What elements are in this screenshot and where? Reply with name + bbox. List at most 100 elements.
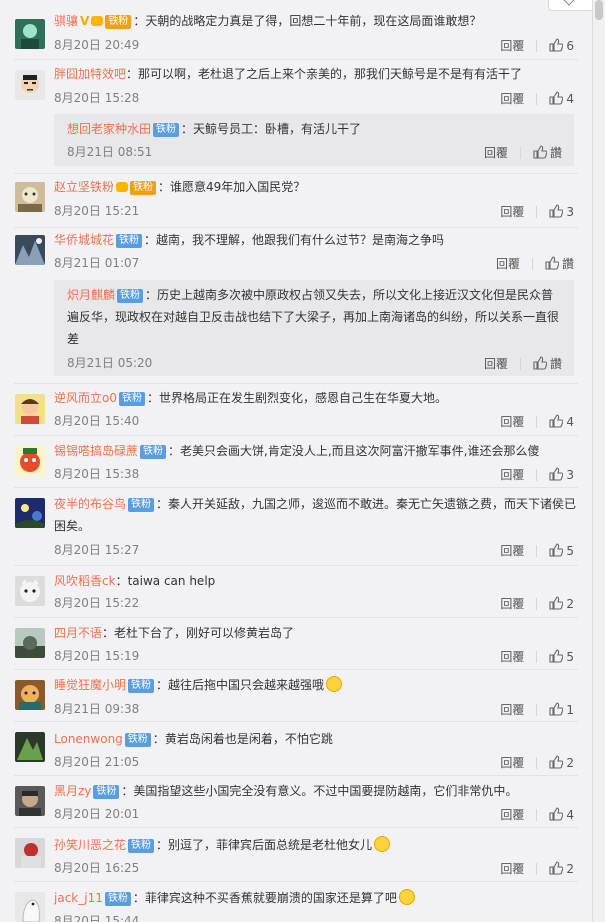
fan-badge[interactable]: 铁粉: [117, 289, 144, 303]
reply-button[interactable]: 回覆: [500, 92, 524, 106]
fan-badge[interactable]: 铁粉: [104, 892, 131, 906]
comment-item: 夜半的布谷鸟 铁粉 ：秦人开关延敌，九国之师，逡巡而不敢进。秦无亡矢遗镞之费，而天下…: [0, 488, 592, 566]
reply-button[interactable]: 回覆: [500, 205, 524, 219]
username[interactable]: 骐骧: [54, 14, 78, 28]
comment-text-line: 四月不语：老杜下台了，刚好可以修黄岩岛了: [54, 626, 295, 640]
reply-button[interactable]: 回覆: [496, 257, 520, 271]
comment-actions: 回覆 4: [500, 91, 574, 106]
like-button[interactable]: 讚: [533, 145, 562, 160]
reply-button[interactable]: 回覆: [484, 357, 508, 371]
comment-item: 四月不语：老杜下台了，刚好可以修黄岩岛了 8月20日 15:19 回覆 5: [0, 618, 592, 670]
cry-laugh-emoji-icon: [398, 889, 415, 905]
reply-button[interactable]: 回覆: [500, 544, 524, 558]
avatar[interactable]: [15, 235, 45, 265]
username[interactable]: 胖囧加特效吧: [54, 67, 126, 81]
reply-button[interactable]: 回覆: [500, 862, 524, 876]
like-button[interactable]: 4: [549, 807, 574, 822]
avatar[interactable]: [15, 394, 45, 424]
like-count: 5: [566, 650, 574, 664]
fan-badge[interactable]: 铁粉: [153, 123, 180, 137]
avatar[interactable]: [15, 786, 45, 816]
avatar[interactable]: [15, 680, 45, 710]
like-label: 讚: [561, 257, 574, 271]
avatar[interactable]: [15, 628, 45, 658]
like-button[interactable]: 2: [549, 861, 574, 876]
username[interactable]: 风吹稻香ck: [54, 574, 116, 588]
thumbs-up-icon: [549, 467, 564, 481]
username[interactable]: 孙笑川恶之花: [54, 838, 126, 852]
username[interactable]: 华侨城城花: [54, 233, 114, 247]
comment-text-line: 华侨城城花 铁粉 ：越南，我不理解，他跟我们有什么过节？是南海之争吗: [54, 233, 445, 248]
avatar[interactable]: [15, 446, 45, 476]
like-button[interactable]: 5: [549, 649, 574, 664]
username[interactable]: 锡锡嗒搞岛碌蔗: [54, 444, 138, 458]
like-button[interactable]: 2: [549, 755, 574, 770]
username[interactable]: 睡觉狂魔小明: [54, 678, 126, 692]
reply-button[interactable]: 回覆: [484, 146, 508, 160]
comment-actions: 回覆 4: [500, 414, 574, 429]
reply-button[interactable]: 回覆: [500, 415, 524, 429]
like-count: 1: [566, 703, 574, 717]
scrollbar[interactable]: [592, 0, 605, 922]
comment-item: 孙笑川恶之花 铁粉 ：别逗了，菲律宾后面总统是老杜他女儿 8月20日 16:25 回…: [0, 828, 592, 882]
reply-button[interactable]: 回覆: [500, 650, 524, 664]
avatar[interactable]: [15, 70, 45, 100]
like-button[interactable]: 3: [549, 204, 574, 219]
avatar[interactable]: [15, 892, 45, 922]
username[interactable]: 夜半的布谷鸟: [54, 497, 126, 511]
like-button[interactable]: 4: [549, 91, 574, 106]
avatar[interactable]: [15, 838, 45, 868]
fan-badge[interactable]: 铁粉: [128, 839, 155, 853]
comment-text: 黄岩岛闲着也是闲着，不怕它跳: [164, 732, 333, 746]
fan-badge[interactable]: 铁粉: [116, 234, 143, 248]
like-button[interactable]: 2: [549, 596, 574, 611]
thumbs-up-icon: [545, 256, 559, 270]
comment-actions: 回覆 5: [500, 649, 574, 664]
comment-text: 老杜下台了，刚好可以修黄岩岛了: [114, 626, 295, 640]
like-count: 2: [566, 756, 574, 770]
like-button[interactable]: 4: [549, 414, 574, 429]
fan-badge[interactable]: 铁粉: [128, 679, 155, 693]
username[interactable]: jack_j11: [54, 891, 103, 905]
fan-badge[interactable]: 铁粉: [124, 733, 151, 747]
scroll-thumb[interactable]: [595, 0, 603, 20]
username[interactable]: 四月不语: [54, 626, 102, 640]
comment-time: 8月20日 15:21: [54, 204, 140, 218]
username[interactable]: 炽月麒麟: [67, 288, 115, 302]
username[interactable]: 想回老家种水田: [67, 122, 151, 136]
fan-badge[interactable]: 铁粉: [128, 498, 155, 512]
like-button[interactable]: 1: [549, 702, 574, 717]
avatar[interactable]: [15, 182, 45, 212]
reply-button[interactable]: 回覆: [500, 703, 524, 717]
comment-time: 8月20日 15:22: [54, 596, 140, 610]
thumbs-up-icon: [549, 204, 564, 218]
comment-text-line: 锡锡嗒搞岛碌蔗 铁粉 ：老美只会画大饼,肯定没人上,而且这次阿富汗撤军事件,谁还会那…: [54, 444, 540, 459]
like-label: 讚: [549, 146, 562, 160]
username[interactable]: 赵立坚铁粉: [54, 180, 114, 194]
username[interactable]: 逆风而立o0: [54, 391, 117, 405]
fan-badge[interactable]: 铁粉: [93, 785, 120, 799]
avatar[interactable]: [15, 576, 45, 606]
fan-badge[interactable]: 铁粉: [118, 392, 145, 406]
reply-button[interactable]: 回覆: [500, 808, 524, 822]
thumbs-up-icon: [549, 649, 564, 663]
reply-button[interactable]: 回覆: [500, 468, 524, 482]
like-count: 5: [566, 544, 574, 558]
like-button[interactable]: 5: [549, 543, 574, 558]
avatar[interactable]: [15, 732, 45, 762]
avatar[interactable]: [15, 498, 45, 528]
comment-item: 睡觉狂魔小明 铁粉 ：越往后拖中国只会越来越强哦 8月21日 09:38 回覆 1: [0, 670, 592, 722]
username[interactable]: 黑月zy: [54, 784, 91, 798]
fan-badge[interactable]: 铁粉: [130, 181, 157, 195]
fan-badge[interactable]: 铁粉: [140, 445, 167, 459]
reply-button[interactable]: 回覆: [500, 39, 524, 53]
username[interactable]: Lonenwong: [54, 732, 123, 746]
fan-badge[interactable]: 铁粉: [105, 15, 132, 29]
like-button[interactable]: 讚: [545, 256, 574, 271]
like-button[interactable]: 6: [549, 38, 574, 53]
like-button[interactable]: 3: [549, 467, 574, 482]
avatar[interactable]: [15, 19, 45, 49]
reply-button[interactable]: 回覆: [500, 756, 524, 770]
like-button[interactable]: 讚: [533, 356, 562, 371]
reply-button[interactable]: 回覆: [500, 597, 524, 611]
